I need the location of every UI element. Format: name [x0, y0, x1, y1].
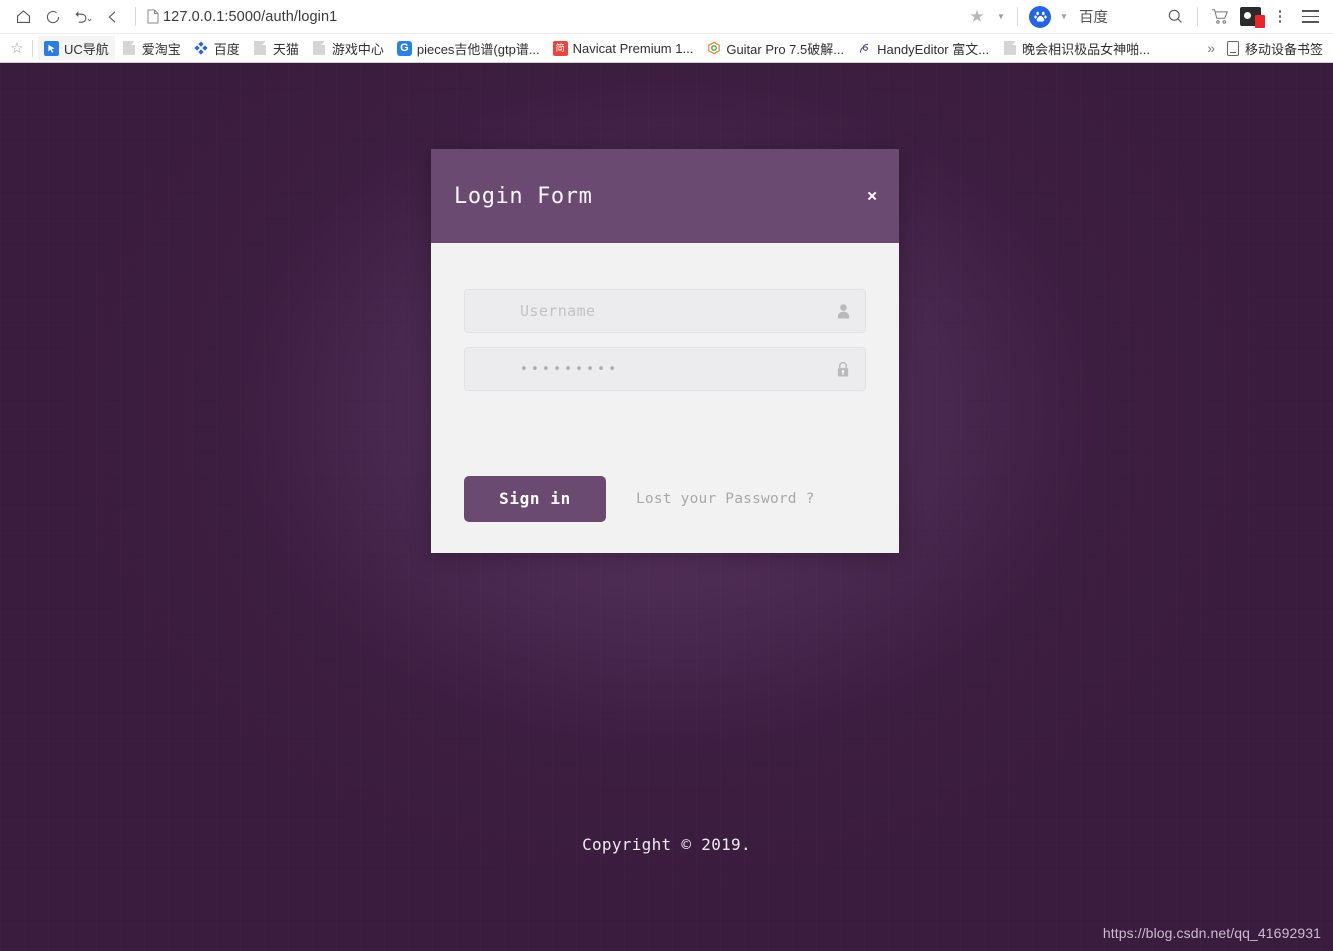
jian-icon: 简 [552, 40, 568, 56]
bookmark-item-game-center[interactable]: 游戏中心 [306, 36, 390, 60]
toolbar-divider [135, 7, 136, 26]
password-input[interactable] [465, 348, 865, 390]
mobile-bookmarks-label: 移动设备书签 [1244, 41, 1323, 57]
close-icon[interactable]: × [867, 188, 877, 205]
guitar-pro-icon [706, 41, 721, 56]
username-input[interactable] [465, 290, 865, 332]
login-modal: Login Form × Username ••••••••• Sign in … [431, 149, 899, 553]
sign-in-button[interactable]: Sign in [464, 475, 606, 522]
mobile-device-icon [1226, 40, 1239, 56]
hamburger-menu-icon[interactable] [1295, 4, 1325, 30]
bookmark-label: Guitar Pro 7.5破解... [726, 41, 845, 57]
uc-cursor-icon [44, 40, 59, 56]
bookmark-item-uc[interactable]: UC导航 [38, 36, 115, 60]
bookmarks-divider [32, 39, 33, 57]
browser-chrome: 127.0.0.1:5000/auth/login1 ★ ▼ ▼ 百度 ☆ UC… [0, 0, 1333, 63]
bookmark-item-tmall[interactable]: 天猫 [247, 36, 305, 60]
document-icon [1002, 41, 1017, 56]
bookmark-label: 晚会相识极品女神啪... [1022, 41, 1150, 57]
bookmark-item-navicat[interactable]: 简 Navicat Premium 1... [547, 36, 700, 60]
chevron-down-icon[interactable]: ▼ [992, 12, 1010, 21]
copyright-text: Copyright © 2019. [582, 835, 751, 854]
bookmark-label: 爱淘宝 [141, 41, 181, 57]
login-actions: Sign in Lost your Password ? [464, 405, 866, 553]
search-magnifier-icon[interactable] [1160, 4, 1190, 30]
user-person-icon [835, 303, 851, 320]
lost-password-link[interactable]: Lost your Password ? [636, 491, 815, 507]
bookmark-label: UC导航 [64, 41, 109, 57]
reload-icon[interactable] [38, 4, 68, 30]
bookmark-label: 百度 [213, 41, 240, 57]
back-arrow-icon[interactable] [98, 4, 128, 30]
bookmark-label: pieces吉他谱(gtp谱... [416, 41, 540, 57]
search-engine-label: 百度 [1079, 10, 1108, 26]
bookmark-label: HandyEditor 富文... [877, 41, 990, 57]
lock-padlock-icon [835, 361, 851, 378]
bookmark-item-wanhui[interactable]: 晚会相识极品女神啪... [996, 36, 1156, 60]
g-icon: G [396, 40, 412, 56]
document-icon [312, 41, 327, 56]
page-content: Login Form × Username ••••••••• Sign in … [0, 63, 1333, 951]
address-bar-url: 127.0.0.1:5000/auth/login1 [163, 8, 338, 25]
chevron-down-icon-2[interactable]: ▼ [1055, 12, 1073, 21]
document-icon [122, 41, 137, 56]
home-icon[interactable] [8, 4, 38, 30]
address-bar[interactable]: 127.0.0.1:5000/auth/login1 [143, 4, 962, 30]
baidu-paw-icon[interactable] [1025, 4, 1055, 30]
star-icon[interactable]: ★ [962, 4, 992, 30]
document-icon [253, 41, 268, 56]
password-field[interactable] [464, 347, 866, 391]
bookmark-item-handyeditor[interactable]: HandyEditor 富文... [851, 36, 995, 60]
bookmark-label: 天猫 [272, 41, 299, 57]
toolbar-divider-2 [1017, 7, 1018, 26]
bookmark-item-pieces-guitar[interactable]: G pieces吉他谱(gtp谱... [391, 36, 546, 60]
login-modal-header: Login Form × [431, 149, 899, 243]
more-vertical-icon[interactable] [1265, 4, 1295, 30]
username-field[interactable] [464, 289, 866, 333]
bookmarks-bar: ☆ UC导航 爱淘宝 百度 天猫 游戏中心 G pieces吉他谱(gtp谱..… [0, 33, 1333, 62]
bookmark-label: 游戏中心 [331, 41, 384, 57]
bookmark-item-guitar-pro[interactable]: Guitar Pro 7.5破解... [700, 36, 850, 60]
bookmark-label: Navicat Premium 1... [572, 40, 694, 56]
bookmark-item-baidu[interactable]: 百度 [188, 36, 246, 60]
watermark-url: https://blog.csdn.net/qq_41692931 [1102, 925, 1321, 941]
page-document-icon [143, 9, 163, 24]
extension-badge-icon[interactable] [1235, 4, 1265, 30]
browser-toolbar: 127.0.0.1:5000/auth/login1 ★ ▼ ▼ 百度 [0, 0, 1333, 33]
handy-editor-icon [857, 41, 872, 56]
mobile-bookmarks-item[interactable]: 移动设备书签 [1223, 36, 1327, 60]
baidu-icon [194, 41, 209, 56]
history-dropdown-icon[interactable] [68, 4, 98, 30]
login-modal-body: Sign in Lost your Password ? [431, 243, 899, 553]
login-modal-title: Login Form [454, 183, 593, 209]
shopping-cart-icon[interactable] [1205, 4, 1235, 30]
toolbar-divider-3 [1197, 7, 1198, 26]
bookmark-star-icon[interactable]: ☆ [4, 36, 30, 60]
bookmarks-overflow-button[interactable]: » [1199, 40, 1223, 56]
bookmark-item-aitaobao[interactable]: 爱淘宝 [116, 36, 187, 60]
